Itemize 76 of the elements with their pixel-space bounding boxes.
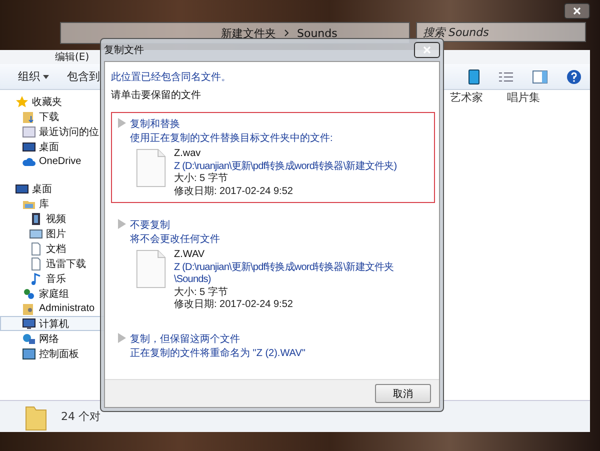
file-size: 大小: 5 字节 (174, 286, 229, 298)
file-name: Z.wav (174, 148, 202, 160)
option-description: 正在复制的文件将重命名为 "Z (2).WAV" (130, 346, 306, 360)
file-path: Z (D:\ruanjian\更新\pdf转换成word转换器\新建文件夹\Sounds) (174, 262, 395, 286)
breadcrumb[interactable]: Sounds (297, 26, 338, 40)
toolbar-button[interactable]: 组织 (18, 69, 49, 84)
sidebar-item[interactable]: 桌面 (0, 139, 105, 154)
caret-icon (43, 74, 49, 78)
preview-pane-icon[interactable] (532, 70, 548, 84)
option-title: 复制和替换 (130, 118, 181, 131)
monitor-icon (22, 140, 36, 154)
file-icon (136, 249, 166, 289)
sidebar-item[interactable]: 视频 (0, 211, 105, 226)
sidebar-item[interactable]: 家庭组 (0, 286, 105, 301)
sidebar-item[interactable]: Administrato (0, 301, 105, 316)
document-icon (29, 256, 43, 270)
help-icon[interactable] (566, 68, 582, 84)
column-header[interactable]: 艺术家 (450, 90, 483, 108)
homegroup-icon (22, 286, 36, 300)
file-name: Z.WAV (174, 249, 206, 262)
sidebar-item[interactable]: 控制面板 (0, 346, 105, 361)
sidebar-item[interactable]: 迅雷下载 (0, 256, 105, 271)
star-icon (15, 94, 29, 108)
picture-icon (29, 226, 43, 240)
phone-icon[interactable] (468, 68, 480, 84)
file-date: 修改日期: 2017-02-24 9:52 (174, 299, 294, 312)
computer-icon (22, 316, 36, 330)
sidebar-item[interactable]: 音乐 (0, 271, 105, 286)
film-icon (29, 212, 43, 226)
menu-item[interactable]: 编辑(E) (55, 50, 90, 64)
option-description: 将不会更改任何文件 (130, 232, 221, 246)
folder-download-icon (22, 110, 36, 124)
network-icon (22, 332, 36, 346)
recent-places-icon (22, 124, 36, 138)
sidebar-item[interactable]: 下载 (0, 109, 105, 124)
option-panel[interactable]: 复制和替换 使用正在复制的文件替换目标文件夹中的文件: Z.wav Z (D:\ruanjian\更新\pdf转换成word转换器\新建文件夹) 大小: 5 字节 修改日期: 2017-02-24 9:52 (111, 112, 435, 203)
instruction-text: 请单击要保留的文件 (111, 88, 202, 102)
sidebar-item[interactable]: 桌面 (0, 181, 105, 196)
option-description: 使用正在复制的文件替换目标文件夹中的文件: (130, 132, 334, 145)
toolbar-button[interactable]: 包含到 (67, 69, 100, 84)
dialog-title: 复制文件 (104, 44, 144, 57)
arrow-icon (116, 117, 128, 129)
close-icon (573, 7, 581, 15)
sidebar-item[interactable]: 网络 (0, 331, 105, 346)
breadcrumb[interactable]: 新建文件夹 (221, 26, 276, 40)
close-button[interactable] (564, 3, 590, 19)
arrow-icon (116, 218, 128, 230)
close-icon (423, 46, 431, 54)
sidebar-item[interactable]: 图片 (0, 226, 105, 241)
sidebar-item[interactable]: 最近访问的位 (0, 124, 105, 139)
cancel-button[interactable]: 取消 (375, 384, 431, 403)
conflict-message: 此位置已经包含同名文件。 (111, 70, 232, 84)
column-header[interactable]: 唱片集 (507, 90, 540, 108)
option-title: 复制，但保留这两个文件 (130, 332, 241, 346)
option-panel[interactable]: 不要复制 将不会更改任何文件 Z.WAV Z (D:\ruanjian\更新\pdf转换成word转换器\新建文件夹\Sounds) 大小: 5 字节 修改日期: 2017-02-24 9:52 (111, 213, 435, 316)
search-field[interactable]: 搜索 Sounds (416, 22, 586, 42)
view-list-icon[interactable] (498, 70, 514, 82)
sidebar-item[interactable]: 库 (0, 196, 105, 211)
sidebar-item[interactable]: 收藏夹 (0, 94, 105, 109)
file-size: 大小: 5 字节 (174, 173, 228, 186)
option-title: 不要复制 (130, 218, 171, 232)
arrow-icon (116, 332, 128, 344)
document-icon (29, 242, 43, 256)
status-text: 24 个对 (61, 409, 100, 424)
music-note-icon (29, 272, 43, 286)
sidebar-item[interactable]: 文档 (0, 241, 105, 256)
file-date: 修改日期: 2017-02-24 9:52 (174, 186, 294, 198)
file-icon (136, 148, 166, 188)
option-panel[interactable]: 复制，但保留这两个文件 正在复制的文件将重命名为 "Z (2).WAV" (111, 326, 435, 364)
sidebar-item[interactable]: OneDrive (0, 154, 105, 169)
file-path: Z (D:\ruanjian\更新\pdf转换成word转换器\新建文件夹) (174, 160, 398, 172)
control-panel-icon (22, 346, 36, 360)
monitor-icon (15, 182, 29, 196)
user-folder-icon (22, 302, 36, 316)
close-button[interactable] (414, 42, 440, 58)
chevron-icon (284, 29, 289, 37)
